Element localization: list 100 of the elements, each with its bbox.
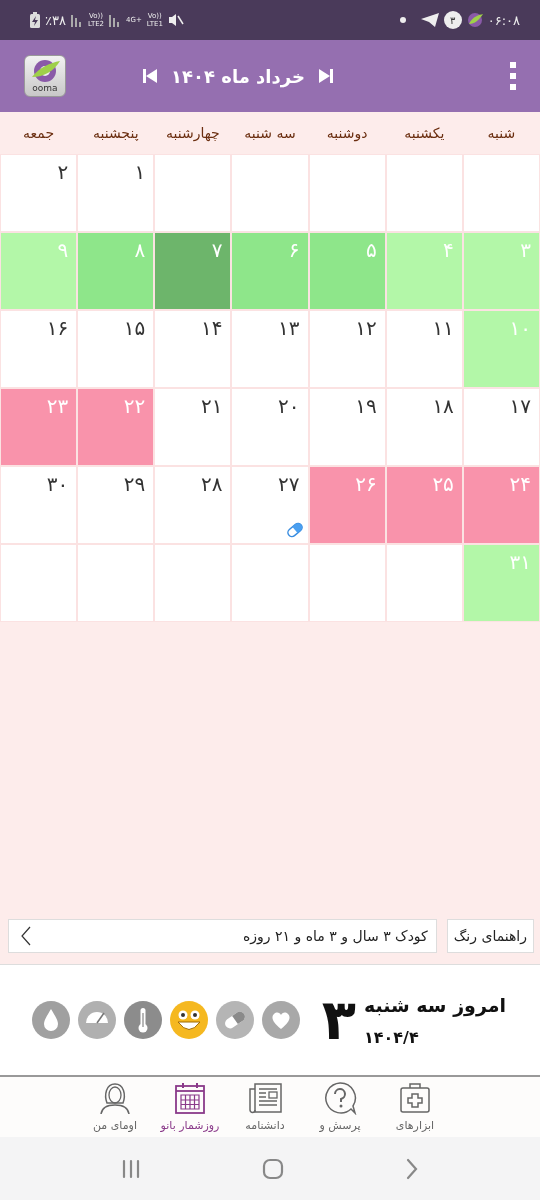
calendar-day-cell[interactable]: ۲۹ xyxy=(78,467,154,543)
day-number: ۲۲ xyxy=(123,393,146,419)
nav-tab[interactable]: اومای من xyxy=(77,1077,153,1137)
previous-icon[interactable] xyxy=(143,69,158,83)
day-number: ۱ xyxy=(134,159,146,185)
mute-icon xyxy=(167,13,184,27)
month-title: خرداد ماه ۱۴۰۴ xyxy=(171,65,305,87)
calendar-day-cell[interactable]: ۱۱ xyxy=(386,311,462,387)
leaf-icon xyxy=(30,59,60,83)
day-number: ۲۹ xyxy=(123,471,146,497)
day-number: ۲۶ xyxy=(355,471,377,497)
day-number: ۲۱ xyxy=(200,393,223,419)
day-number: ۲۴ xyxy=(509,471,531,497)
day-number: ۸ xyxy=(134,237,146,263)
today-date: ۱۴۰۴/۴ xyxy=(364,1027,419,1047)
day-number: ۹ xyxy=(57,237,69,263)
day-number: ۳ xyxy=(520,237,531,263)
calendar-day-cell[interactable]: ۱۷ xyxy=(463,389,539,465)
calendar-day-cell[interactable]: ۲۷ xyxy=(232,467,308,543)
app-logo[interactable]: ooma xyxy=(24,55,66,97)
nav-tab[interactable]: پرسش و xyxy=(302,1077,378,1137)
paper-plane-icon xyxy=(420,13,439,27)
weekday-label: پنجشنبه xyxy=(91,125,140,141)
child-age-text: کودک ۳ سال و ۳ ماه و ۲۱ روزه xyxy=(242,928,428,944)
nav-tab[interactable]: دانشنامه xyxy=(227,1077,303,1137)
day-number: ۲۰ xyxy=(278,393,300,419)
weekday-label: شنبه xyxy=(486,125,517,141)
calendar-day-cell[interactable] xyxy=(309,155,385,231)
calendar-day-cell[interactable]: ۲۰ xyxy=(232,389,308,465)
drop-icon[interactable] xyxy=(32,1001,70,1039)
first-aid-kit-icon xyxy=(398,1081,432,1115)
calendar-day-cell[interactable]: ۱۳ xyxy=(232,311,308,387)
calendar-day-cell[interactable] xyxy=(309,545,385,621)
day-number: ۱۰ xyxy=(509,315,531,341)
calendar-day-cell[interactable]: ۲۸ xyxy=(155,467,231,543)
next-icon[interactable] xyxy=(318,69,333,83)
calendar-day-cell[interactable] xyxy=(232,155,308,231)
calendar-day-cell[interactable]: ۱۸ xyxy=(386,389,462,465)
calendar-icon xyxy=(173,1081,207,1115)
notification-count: ۳ xyxy=(443,11,462,29)
day-number: ۱۴ xyxy=(200,315,223,341)
day-number: ۷ xyxy=(211,237,223,263)
weekday-label: جمعه xyxy=(22,125,56,141)
calendar-day-cell[interactable]: ۱۲ xyxy=(309,311,385,387)
day-number: ۲ xyxy=(57,159,69,185)
day-number: ۲۵ xyxy=(432,471,454,497)
today-day-number: ۳ xyxy=(321,990,356,1050)
calendar-day-cell[interactable]: ۱۴ xyxy=(155,311,231,387)
calendar-day-cell[interactable]: ۱۵ xyxy=(78,311,154,387)
signal-icon xyxy=(109,13,122,27)
day-number: ۱۱ xyxy=(432,315,454,341)
calendar-day-cell[interactable]: ۱۹ xyxy=(309,389,385,465)
calendar-day-cell[interactable] xyxy=(78,545,154,621)
recent-apps-icon[interactable] xyxy=(120,1158,141,1179)
calendar-day-cell[interactable] xyxy=(386,545,462,621)
nav-tab[interactable]: ابزارهای xyxy=(377,1077,453,1137)
newspaper-icon xyxy=(248,1081,282,1115)
child-age-bar[interactable]: کودک ۳ سال و ۳ ماه و ۲۱ روزه xyxy=(8,919,437,953)
nav-tab[interactable]: روزشمار بانو xyxy=(152,1077,228,1137)
color-guide-button[interactable]: راهنمای رنگ xyxy=(446,919,534,953)
calendar-day-cell[interactable]: ۲۱ xyxy=(155,389,231,465)
signal-icon xyxy=(70,13,83,27)
day-number: ۱۹ xyxy=(355,393,377,419)
day-number: ۶ xyxy=(288,237,300,263)
calendar-day-cell[interactable]: ۲ xyxy=(1,155,77,231)
day-number: ۳۰ xyxy=(46,471,69,497)
day-number: ۳۱ xyxy=(509,549,531,575)
clock: ۰۶:۰۸ xyxy=(487,12,520,28)
day-number: ۱۸ xyxy=(432,393,454,419)
weekday-label: یکشنبه xyxy=(403,125,446,141)
calendar-day-cell[interactable]: ۳۰ xyxy=(1,467,77,543)
woman-avatar-icon xyxy=(98,1081,132,1115)
scale-icon[interactable] xyxy=(78,1001,116,1039)
day-number: ۲۸ xyxy=(200,471,223,497)
menu-icon[interactable] xyxy=(510,62,516,90)
day-number: ۱۲ xyxy=(355,315,377,341)
calendar-day-cell[interactable] xyxy=(232,545,308,621)
home-icon[interactable] xyxy=(262,1157,284,1180)
calendar-day-cell[interactable] xyxy=(463,155,539,231)
notification-dot-icon xyxy=(399,17,406,23)
day-number: ۵ xyxy=(365,237,377,263)
battery-icon xyxy=(30,12,40,28)
weekday-label: دوشنبه xyxy=(325,125,369,141)
calendar-day-cell[interactable] xyxy=(155,155,231,231)
battery-percent: ٪۳۸ xyxy=(45,12,66,28)
back-icon[interactable] xyxy=(405,1157,420,1180)
smiley-icon[interactable] xyxy=(170,1001,208,1039)
weekday-label: چهارشنبه xyxy=(164,125,221,141)
question-bubble-icon xyxy=(323,1081,357,1115)
pill-icon[interactable] xyxy=(216,1001,254,1039)
calendar-day-cell[interactable] xyxy=(155,545,231,621)
leaf-icon xyxy=(466,12,483,28)
thermometer-icon[interactable] xyxy=(124,1001,162,1039)
calendar-day-cell[interactable] xyxy=(1,545,77,621)
calendar-day-cell[interactable]: ۱ xyxy=(78,155,154,231)
calendar-day-cell[interactable]: ۱۶ xyxy=(1,311,77,387)
logo-text: ooma xyxy=(32,83,58,93)
day-number: ۱۶ xyxy=(46,315,69,341)
calendar-day-cell[interactable] xyxy=(386,155,462,231)
day-number: ۱۳ xyxy=(278,315,300,341)
